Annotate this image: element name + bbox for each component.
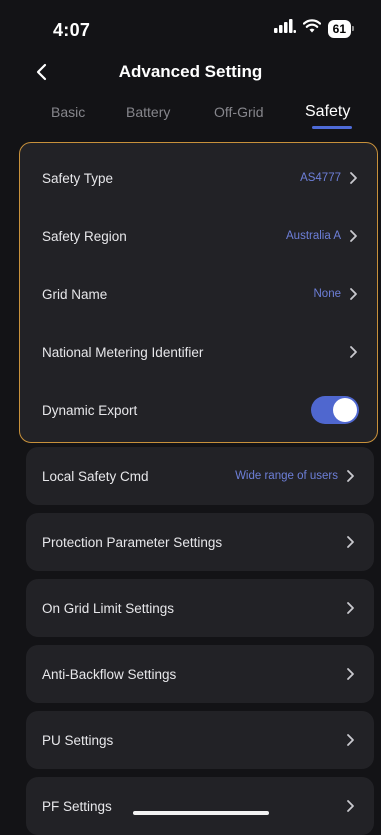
on-grid-limit-settings-label: On Grid Limit Settings	[42, 600, 175, 616]
national-metering-identifier-label: National Metering Identifier	[42, 344, 204, 360]
chevron-right-icon	[349, 287, 359, 301]
dynamic-export-label: Dynamic Export	[42, 402, 138, 418]
toggle-knob	[333, 398, 357, 422]
protection-parameter-settings-label: Protection Parameter Settings	[42, 534, 223, 550]
grid-name-label: Grid Name	[42, 286, 108, 302]
nav-header: Advanced Setting	[0, 58, 381, 88]
safety-region-row[interactable]: Safety Region Australia A	[20, 207, 377, 265]
safety-type-row[interactable]: Safety Type AS4777	[20, 149, 377, 207]
chevron-right-icon	[349, 229, 359, 243]
local-safety-cmd-value: Wide range of users	[235, 470, 338, 482]
active-tab-indicator	[312, 126, 352, 129]
national-metering-identifier-row[interactable]: National Metering Identifier	[20, 323, 377, 381]
dynamic-export-row: Dynamic Export	[20, 381, 377, 439]
safety-type-label: Safety Type	[42, 170, 114, 186]
tab-basic[interactable]: Basic	[51, 104, 85, 120]
dynamic-export-toggle[interactable]	[311, 396, 359, 424]
safety-type-value: AS4777	[300, 172, 341, 184]
status-time: 4:07	[53, 20, 91, 40]
protection-parameter-settings-row[interactable]: Protection Parameter Settings	[26, 513, 374, 571]
local-safety-cmd-label: Local Safety Cmd	[42, 468, 149, 484]
chevron-right-icon	[346, 667, 356, 681]
cellular-signal-icon	[273, 19, 296, 38]
status-icons: 61	[273, 19, 355, 38]
pu-settings-label: PU Settings	[42, 732, 114, 748]
safety-region-label: Safety Region	[42, 228, 127, 244]
grid-name-value: None	[313, 288, 342, 300]
pf-settings-row[interactable]: PF Settings	[26, 777, 374, 835]
chevron-right-icon	[349, 171, 359, 185]
chevron-right-icon	[346, 535, 356, 549]
home-indicator[interactable]	[133, 811, 269, 815]
tab-off-grid[interactable]: Off-Grid	[214, 104, 264, 120]
anti-backflow-settings-label: Anti-Backflow Settings	[42, 666, 177, 682]
status-bar: 4:07 61	[0, 0, 381, 58]
settings-tabs: Basic Battery Off-Grid Safety	[0, 100, 381, 130]
battery-icon: 61	[327, 19, 355, 38]
chevron-right-icon	[349, 345, 359, 359]
on-grid-limit-settings-row[interactable]: On Grid Limit Settings	[26, 579, 374, 637]
pu-settings-row[interactable]: PU Settings	[26, 711, 374, 769]
local-safety-cmd-row[interactable]: Local Safety Cmd Wide range of users	[26, 447, 374, 505]
anti-backflow-settings-row[interactable]: Anti-Backflow Settings	[26, 645, 374, 703]
tab-battery[interactable]: Battery	[126, 104, 170, 120]
chevron-right-icon	[346, 601, 356, 615]
safety-region-value: Australia A	[286, 230, 341, 242]
tab-safety[interactable]: Safety	[305, 103, 350, 121]
page-title: Advanced Setting	[118, 62, 263, 81]
chevron-right-icon	[346, 733, 356, 747]
chevron-right-icon	[346, 469, 356, 483]
wifi-icon	[302, 19, 321, 38]
chevron-right-icon	[346, 799, 356, 813]
grid-name-row[interactable]: Grid Name None	[20, 265, 377, 323]
safety-settings-group: Safety Type AS4777 Safety Region Austral…	[19, 142, 378, 443]
